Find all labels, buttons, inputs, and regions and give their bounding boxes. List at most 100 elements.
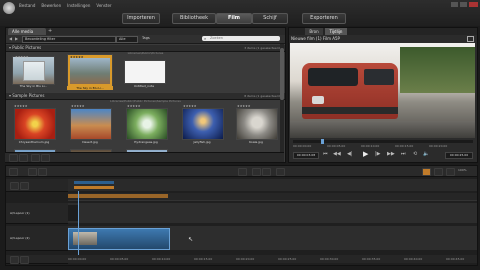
collapse-icon[interactable]: ▾ [9,93,11,98]
menu-bewerken[interactable]: Bewerken [41,3,61,8]
minimize-icon[interactable] [451,2,458,7]
tab-importeren[interactable]: Importeren [122,13,160,24]
track-visibility-icon[interactable] [20,182,29,190]
section-title: Sample Pictures [12,93,45,98]
tab-all-media[interactable]: Alle media [8,28,46,35]
marker-icon[interactable] [276,168,285,176]
tab-bibliotheek[interactable]: Bibliotheek [172,13,216,24]
audio-icon[interactable] [38,168,47,176]
track-clip-gap [68,205,78,221]
tick-label: 00:00:20.00 [236,257,255,261]
tick-label: 00:00:45.00 [446,257,465,261]
back-icon[interactable]: ◀ [9,36,12,41]
media-thumb-jellyfish[interactable] [182,108,224,140]
clip-thumbnail [73,232,97,245]
close-icon[interactable] [469,2,478,7]
video-preview[interactable] [290,43,475,138]
menu-bestand[interactable]: Bestand [19,3,35,8]
range-bar[interactable] [68,194,168,198]
grid-view-icon[interactable] [19,154,28,162]
add-tab-icon[interactable]: + [48,28,52,34]
tab-film[interactable]: Film [216,13,252,24]
step-back-icon[interactable]: ◀| [347,151,353,157]
tab-exporteren[interactable]: Exporteren [302,13,346,24]
zoom-in-icon[interactable] [446,168,455,176]
timeline-ruler[interactable] [68,193,477,201]
rating-stars[interactable]: ★★★★★ [70,55,83,59]
zoom-out-icon[interactable] [434,168,443,176]
media-thumb-desert[interactable] [70,108,112,140]
forward-icon[interactable]: ▶ [15,36,18,41]
rating-stars[interactable]: ★★★★★ [15,55,28,59]
fast-forward-icon[interactable]: ▶▶ [387,151,395,157]
media-thumb-koala[interactable] [236,108,278,140]
media-thumb-chrysanthemum[interactable] [14,108,56,140]
road [290,121,475,138]
collapse-icon[interactable]: ▾ [9,45,11,50]
tick-label: 00:00:10.00 [361,144,380,148]
track-lock-icon[interactable] [10,182,19,190]
rating-filter-dropdown[interactable]: Beoordeling filter [22,36,116,43]
mouse-cursor-icon: ↖ [188,236,194,243]
menu-instellingen[interactable]: Instellingen [67,3,90,8]
rewind-icon[interactable]: ◀◀ [333,151,341,157]
menu-venster[interactable]: Venster [96,3,111,8]
search-input[interactable]: ⌕ Zoeken [202,36,280,41]
timeline-bottom-controls [6,255,68,264]
media-thumb-hydrangeas[interactable] [126,108,168,140]
total-timecode: 00:00:25.00 [445,152,473,159]
player-panel: Bron Tijdlijn Nieuwe film (1) Film A5P 0… [288,27,478,163]
track-header-2[interactable]: A/V-spoor (2) [6,226,68,251]
track-2[interactable]: ↖ [68,226,477,250]
play-icon[interactable]: ▶ [363,150,368,158]
step-forward-icon[interactable]: |▶ [375,151,381,157]
timeline-menu-icon[interactable] [9,168,18,176]
library-panel: Alle media + ◀ ▶ Beoordeling filter Alle… [5,27,286,163]
media-thumb-1[interactable] [12,56,55,85]
thumb-image [70,58,110,84]
zoom-level: 100% [458,168,467,172]
maximize-icon[interactable] [460,2,467,7]
loop-icon[interactable]: ⟲ [413,151,417,157]
scrubber-bar[interactable] [293,139,473,144]
overview-clip [74,186,114,189]
search-icon: ⌕ [204,36,207,41]
details-view-icon[interactable] [31,154,40,162]
media-caption: The Sky in Blu Li... [19,84,48,88]
search-placeholder: Zoeken [210,36,223,40]
timeline-overview[interactable] [68,179,477,191]
list-view-icon[interactable] [9,154,18,162]
app-logo-icon [3,2,15,14]
tick-label: 00:00:15.00 [395,144,414,148]
fullscreen-icon[interactable] [467,36,474,42]
tick-label: 00:00:30.00 [320,257,339,261]
storyboard-icon[interactable] [28,168,37,176]
thumb-image [23,61,45,81]
track-header-1[interactable]: A/V-spoor (1) [6,203,68,224]
delete-icon[interactable] [252,168,261,176]
split-icon[interactable] [238,168,247,176]
scrollbar-thumb[interactable] [280,48,284,100]
menu-bar: Bestand Bewerken Instellingen Venster [19,3,112,8]
playhead[interactable] [78,191,79,255]
filmstrip-view-icon[interactable] [41,154,50,162]
tab-bron[interactable]: Bron [305,28,323,35]
snap-icon[interactable] [262,168,271,176]
tab-tijdlijn[interactable]: Tijdlijn [325,28,347,35]
media-thumb-3[interactable] [124,60,166,84]
section-title: Public Pictures [12,45,42,50]
go-start-icon[interactable]: ⏮ [323,151,328,157]
volume-icon[interactable]: 🔈 [423,151,429,157]
track-settings-icon[interactable] [20,256,29,264]
video-clip[interactable] [68,228,170,250]
tab-schijf[interactable]: Schijf [252,13,288,24]
add-track-icon[interactable] [10,256,19,264]
track-1[interactable] [68,203,477,223]
go-end-icon[interactable]: ⏭ [401,151,406,157]
overview-header [6,179,68,192]
filter-value-dropdown[interactable]: Alle [116,36,138,43]
tags-label[interactable]: Tags [142,36,150,41]
mode-toggle-icon[interactable] [422,168,431,176]
library-scrollbar[interactable] [280,44,284,158]
player-ruler: 00:00:00.00 00:00:05.00 00:00:10.00 00:0… [293,144,473,148]
